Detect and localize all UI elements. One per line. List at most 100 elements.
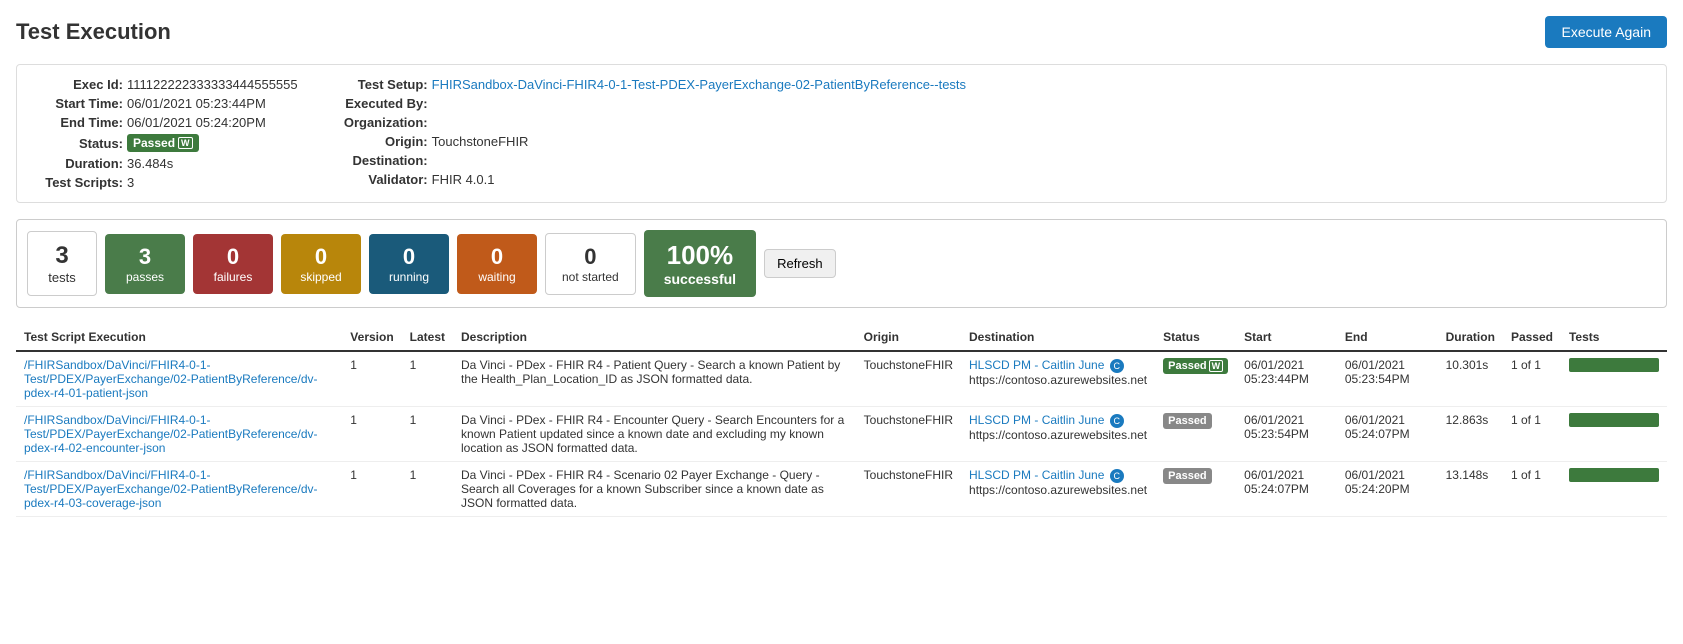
end-cell: 06/01/2021 05:23:54PM [1337, 351, 1438, 407]
skipped-label: skipped [297, 270, 345, 284]
col-status: Status [1155, 324, 1236, 351]
col-destination: Destination [961, 324, 1155, 351]
latest-cell: 1 [402, 462, 453, 517]
progress-bar-fill [1569, 468, 1659, 482]
script-link[interactable]: /FHIRSandbox/DaVinci/FHIR4-0-1-Test/PDEX… [24, 358, 317, 400]
version-cell: 1 [342, 351, 401, 407]
executed-by-row: Executed By: [338, 96, 966, 111]
col-start: Start [1236, 324, 1337, 351]
origin-cell: TouchstoneFHIR [856, 351, 961, 407]
col-end: End [1337, 324, 1438, 351]
destination-cell: HLSCD PM - Caitlin June C https://contos… [961, 462, 1155, 517]
exec-id-row: Exec Id: 111122222333333444555555 [33, 77, 298, 92]
col-version: Version [342, 324, 401, 351]
progress-bar [1569, 468, 1659, 482]
script-cell: /FHIRSandbox/DaVinci/FHIR4-0-1-Test/PDEX… [16, 462, 342, 517]
version-cell: 1 [342, 462, 401, 517]
stat-waiting[interactable]: 0 waiting [457, 234, 537, 294]
version-cell: 1 [342, 407, 401, 462]
dest-url: https://contoso.azurewebsites.net [969, 373, 1147, 387]
c-badge: C [1110, 359, 1124, 373]
total-label: tests [44, 270, 80, 285]
stats-row: 3 tests 3 passes 0 failures 0 skipped 0 … [16, 219, 1667, 308]
script-link[interactable]: /FHIRSandbox/DaVinci/FHIR4-0-1-Test/PDEX… [24, 413, 317, 455]
description-cell: Da Vinci - PDex - FHIR R4 - Patient Quer… [453, 351, 856, 407]
status-cell: Passed W [1155, 351, 1236, 407]
c-badge: C [1110, 469, 1124, 483]
test-setup-link[interactable]: FHIRSandbox-DaVinci-FHIR4-0-1-Test-PDEX-… [432, 77, 966, 92]
table-row: /FHIRSandbox/DaVinci/FHIR4-0-1-Test/PDEX… [16, 462, 1667, 517]
status-cell: Passed [1155, 462, 1236, 517]
status-badge: Passed W [127, 134, 199, 152]
stat-not-started[interactable]: 0 not started [545, 233, 636, 295]
organization-label: Organization: [338, 115, 428, 130]
tests-cell [1561, 462, 1667, 517]
start-cell: 06/01/2021 05:23:54PM [1236, 407, 1337, 462]
duration-value: 36.484s [127, 156, 173, 171]
end-time-label: End Time: [33, 115, 123, 130]
passed-cell: 1 of 1 [1503, 462, 1561, 517]
end-cell: 06/01/2021 05:24:07PM [1337, 407, 1438, 462]
table-header-row: Test Script Execution Version Latest Des… [16, 324, 1667, 351]
stat-skipped[interactable]: 0 skipped [281, 234, 361, 294]
duration-cell: 10.301s [1438, 351, 1503, 407]
dest-link[interactable]: HLSCD PM - Caitlin June [969, 413, 1104, 427]
dest-url: https://contoso.azurewebsites.net [969, 483, 1147, 497]
test-scripts-value: 3 [127, 175, 134, 190]
executed-by-label: Executed By: [338, 96, 428, 111]
col-origin: Origin [856, 324, 961, 351]
origin-label: Origin: [338, 134, 428, 149]
duration-row: Duration: 36.484s [33, 156, 298, 171]
start-time-value: 06/01/2021 05:23:44PM [127, 96, 266, 111]
stat-running[interactable]: 0 running [369, 234, 449, 294]
script-link[interactable]: /FHIRSandbox/DaVinci/FHIR4-0-1-Test/PDEX… [24, 468, 317, 510]
end-cell: 06/01/2021 05:24:20PM [1337, 462, 1438, 517]
validator-row: Validator: FHIR 4.0.1 [338, 172, 966, 187]
table-row: /FHIRSandbox/DaVinci/FHIR4-0-1-Test/PDEX… [16, 351, 1667, 407]
script-cell: /FHIRSandbox/DaVinci/FHIR4-0-1-Test/PDEX… [16, 407, 342, 462]
organization-row: Organization: [338, 115, 966, 130]
meta-right: Test Setup: FHIRSandbox-DaVinci-FHIR4-0-… [338, 77, 966, 190]
status-row: Status: Passed W [33, 134, 298, 152]
col-script: Test Script Execution [16, 324, 342, 351]
waiting-label: waiting [473, 270, 521, 284]
page-title: Test Execution [16, 19, 171, 45]
status-badge: Passed [1163, 468, 1212, 484]
dest-url: https://contoso.azurewebsites.net [969, 428, 1147, 442]
status-w-mark: W [178, 137, 193, 149]
progress-bar [1569, 413, 1659, 427]
stat-failures[interactable]: 0 failures [193, 234, 273, 294]
test-scripts-row: Test Scripts: 3 [33, 175, 298, 190]
destination-row: Destination: [338, 153, 966, 168]
description-cell: Da Vinci - PDex - FHIR R4 - Encounter Qu… [453, 407, 856, 462]
running-label: running [385, 270, 433, 284]
destination-label: Destination: [338, 153, 428, 168]
page-header: Test Execution Execute Again [16, 16, 1667, 48]
status-badge: Passed W [1163, 358, 1228, 374]
test-setup-label: Test Setup: [338, 77, 428, 92]
duration-label: Duration: [33, 156, 123, 171]
validator-value: FHIR 4.0.1 [432, 172, 495, 187]
table-row: /FHIRSandbox/DaVinci/FHIR4-0-1-Test/PDEX… [16, 407, 1667, 462]
start-time-row: Start Time: 06/01/2021 05:23:44PM [33, 96, 298, 111]
status-label: Status: [33, 136, 123, 151]
test-scripts-label: Test Scripts: [33, 175, 123, 190]
col-duration: Duration [1438, 324, 1503, 351]
waiting-num: 0 [473, 244, 521, 270]
execute-again-button[interactable]: Execute Again [1545, 16, 1667, 48]
success-box: 100% successful [644, 230, 756, 297]
destination-cell: HLSCD PM - Caitlin June C https://contos… [961, 351, 1155, 407]
col-description: Description [453, 324, 856, 351]
dest-link[interactable]: HLSCD PM - Caitlin June [969, 358, 1104, 372]
dest-link[interactable]: HLSCD PM - Caitlin June [969, 468, 1104, 482]
results-table: Test Script Execution Version Latest Des… [16, 324, 1667, 517]
stat-passes[interactable]: 3 passes [105, 234, 185, 294]
exec-id-value: 111122222333333444555555 [127, 77, 298, 92]
start-cell: 06/01/2021 05:23:44PM [1236, 351, 1337, 407]
tests-cell [1561, 351, 1667, 407]
origin-cell: TouchstoneFHIR [856, 407, 961, 462]
skipped-num: 0 [297, 244, 345, 270]
progress-bar-fill [1569, 413, 1659, 427]
refresh-button[interactable]: Refresh [764, 249, 836, 278]
start-cell: 06/01/2021 05:24:07PM [1236, 462, 1337, 517]
